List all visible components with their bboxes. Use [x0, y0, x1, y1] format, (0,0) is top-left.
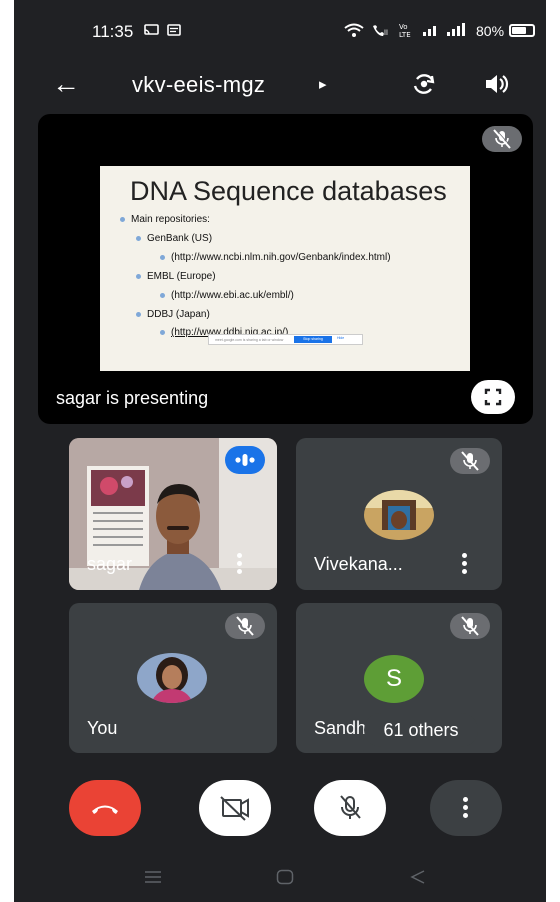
more-vert-icon[interactable] [237, 553, 243, 577]
wifi-calling-icon: ll [373, 25, 388, 37]
mic-off-icon [340, 795, 361, 819]
svg-text:LTE: LTE [399, 31, 411, 38]
more-vert-icon[interactable] [462, 553, 468, 577]
avatar-letter: S [364, 655, 424, 703]
mic-off-icon [225, 613, 265, 639]
slide-bullet: DDBJ (Japan) [136, 309, 210, 320]
wifi-icon [344, 23, 364, 37]
mic-off-button[interactable] [314, 780, 386, 836]
call-end-icon [92, 805, 118, 814]
battery-icon [509, 24, 535, 37]
meeting-code[interactable]: vkv-eeis-mgz [132, 72, 265, 98]
back-arrow-icon[interactable]: ← [52, 68, 80, 100]
presentation-tile[interactable]: DNA Sequence databases Main repositories… [38, 114, 533, 424]
slide-bullet: (http://www.ncbi.nlm.nih.gov/Genbank/ind… [160, 252, 391, 263]
participant-name: Vivekana... [314, 554, 403, 574]
slide-bullet: Main repositories: [120, 214, 210, 225]
participant-tile-sagar[interactable]: sagar [69, 438, 277, 590]
svg-text:Vo: Vo [399, 23, 408, 31]
signal-icon [447, 23, 465, 36]
sharing-bar: meet.google.com is sharing a tab or wind… [208, 334, 363, 345]
status-bar: 11:35 ll Vo LTE 80% [14, 0, 546, 60]
participant-tile-sandh[interactable]: S Sandh 61 others [296, 603, 502, 753]
mic-off-icon [482, 126, 522, 152]
slide-title: DNA Sequence databases [130, 176, 447, 206]
signal-icon [423, 26, 436, 36]
slide-bullet: (http://www.ebi.ac.uk/embl/) [160, 290, 294, 301]
volte-icon: VoLTE [399, 23, 411, 38]
mic-off-icon [450, 448, 490, 474]
videocam-off-icon [220, 796, 249, 821]
more-options-button[interactable] [430, 780, 502, 836]
slide-bullet: GenBank (US) [136, 233, 212, 244]
back-nav-icon[interactable] [410, 869, 426, 885]
participant-name: You [87, 718, 118, 738]
participant-tile-vivekana[interactable]: Vivekana... [296, 438, 502, 590]
mic-off-icon [450, 613, 490, 639]
participant-name: Sandh [314, 718, 367, 738]
meeting-details-caret-icon[interactable]: ▸ [319, 75, 327, 93]
stop-sharing-button: Stop sharing [294, 336, 332, 343]
others-count-chip[interactable]: 61 others [364, 713, 478, 747]
speaking-indicator-icon [225, 446, 265, 474]
svg-text:ll: ll [384, 29, 388, 37]
end-call-button[interactable] [69, 780, 141, 836]
shared-slide: DNA Sequence databases Main repositories… [100, 166, 470, 371]
home-icon[interactable] [276, 869, 294, 885]
camera-off-button[interactable] [199, 780, 271, 836]
speaker-icon[interactable] [482, 70, 510, 98]
participant-tile-you[interactable]: You [69, 603, 277, 753]
fullscreen-icon [484, 388, 502, 406]
switch-camera-icon[interactable] [410, 70, 438, 98]
fullscreen-button[interactable] [471, 380, 515, 414]
slide-bullet: EMBL (Europe) [136, 271, 216, 282]
sharing-bar-text: meet.google.com is sharing a tab or wind… [215, 338, 284, 342]
participant-name: sagar [87, 554, 133, 574]
presenting-label: sagar is presenting [56, 388, 209, 408]
more-vert-icon [463, 797, 469, 821]
meet-screen: 11:35 ll Vo LTE 80% ← vkv-eeis-mgz ▸ DNA… [14, 0, 546, 902]
system-nav-bar [14, 852, 546, 902]
cast-icon [144, 24, 159, 35]
hide-button: Hide [337, 336, 345, 340]
status-time: 11:35 [92, 22, 134, 41]
battery-percent: 80% [476, 23, 505, 39]
recent-apps-icon[interactable] [144, 870, 162, 884]
meeting-header: ← vkv-eeis-mgz ▸ [14, 60, 546, 110]
avatar [364, 490, 434, 540]
message-icon [167, 24, 181, 36]
avatar [137, 653, 207, 703]
